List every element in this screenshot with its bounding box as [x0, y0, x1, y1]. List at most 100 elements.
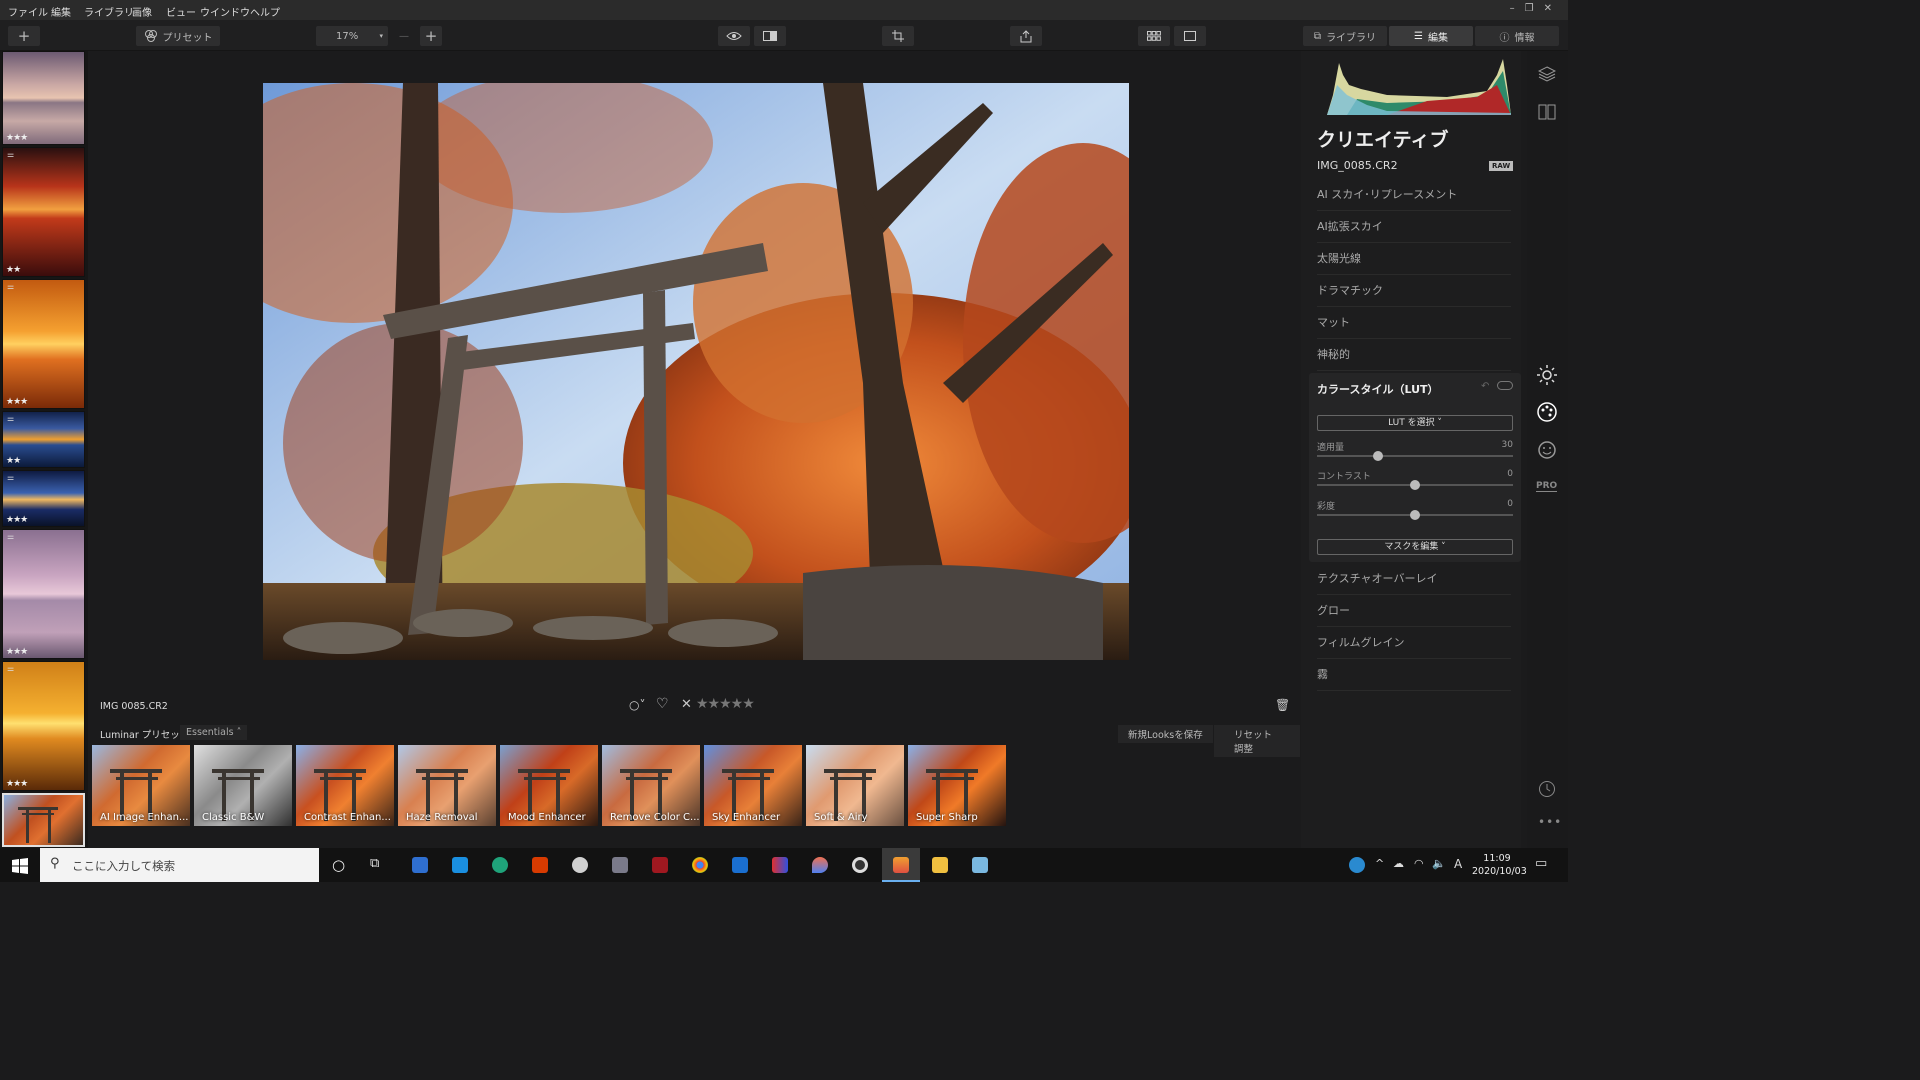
filmstrip-thumb-selected[interactable]	[2, 793, 85, 847]
preset-tile[interactable]: Contrast Enhan...	[296, 745, 394, 826]
tool-glow[interactable]: グロー	[1317, 595, 1511, 627]
clock[interactable]: 11:09 2020/10/03	[1472, 852, 1527, 878]
volume-icon[interactable]: 🔈	[1432, 857, 1446, 870]
close-icon[interactable]: ✕	[1544, 3, 1562, 14]
pdf-icon[interactable]	[652, 857, 668, 873]
tool-film-grain[interactable]: フィルムグレイン	[1317, 627, 1511, 659]
filmstrip-thumb[interactable]: ⚌ ★★	[2, 411, 85, 468]
filmstrip-thumb[interactable]: ★★★	[2, 51, 85, 145]
preset-tile[interactable]: Mood Enhancer	[500, 745, 598, 826]
pro-icon[interactable]: PRO	[1536, 481, 1558, 492]
menu-view[interactable]: ビュー	[166, 4, 196, 19]
tool-ai-augmented-sky[interactable]: AI拡張スカイ	[1317, 211, 1511, 243]
filmstrip-thumb[interactable]: ⚌ ★★★	[2, 529, 85, 659]
app-icon[interactable]	[572, 857, 588, 873]
saturation-slider[interactable]	[1317, 510, 1513, 520]
preset-tile[interactable]: Super Sharp	[908, 745, 1006, 826]
more-icon[interactable]: •••	[1538, 815, 1562, 829]
store-icon[interactable]	[412, 857, 428, 873]
app-circle-icon[interactable]	[852, 857, 868, 873]
image-canvas[interactable]	[90, 51, 1300, 691]
color-label-icon[interactable]: ○˅	[629, 698, 645, 712]
edge-icon[interactable]	[492, 857, 508, 873]
app-blue-icon[interactable]	[732, 857, 748, 873]
filmstrip-thumb[interactable]: ⚌ ★★★	[2, 470, 85, 527]
canvas-icon[interactable]	[1538, 103, 1556, 121]
contrast-slider[interactable]	[1317, 480, 1513, 490]
menu-edit[interactable]: 編集	[51, 4, 71, 19]
preset-tile[interactable]: Haze Removal	[398, 745, 496, 826]
tray-icon[interactable]: ☁	[1393, 857, 1404, 870]
slider-knob[interactable]	[1410, 510, 1420, 520]
windows-start-icon[interactable]	[12, 858, 28, 874]
lut-select-button[interactable]: LUT を選択 ˅	[1317, 415, 1513, 431]
zoom-out-button[interactable]: —	[394, 26, 414, 46]
calculator-icon[interactable]	[612, 857, 628, 873]
preview-button[interactable]	[718, 26, 750, 46]
visibility-toggle-icon[interactable]	[1497, 381, 1513, 390]
file-explorer-icon[interactable]	[932, 857, 948, 873]
tool-ai-sky-replacement[interactable]: AI スカイ･リプレースメント	[1317, 179, 1511, 211]
slider-knob[interactable]	[1372, 451, 1383, 461]
filmstrip-thumb[interactable]: ⚌ ★★★	[2, 279, 85, 409]
mail-icon[interactable]	[452, 857, 468, 873]
add-photos-button[interactable]: +	[8, 26, 40, 46]
preset-tile[interactable]: AI Image Enhan...	[92, 745, 190, 826]
face-icon[interactable]	[1537, 440, 1557, 460]
help-icon[interactable]	[1349, 857, 1365, 873]
preset-tile[interactable]: Sky Enhancer	[704, 745, 802, 826]
cortana-icon[interactable]: ○	[332, 856, 345, 874]
crop-button[interactable]	[882, 26, 914, 46]
tool-matte[interactable]: マット	[1317, 307, 1511, 339]
favorite-heart-icon[interactable]: ♡	[656, 696, 669, 712]
network-icon[interactable]: ◠	[1414, 857, 1424, 870]
chrome-icon[interactable]	[692, 857, 708, 873]
minimize-icon[interactable]: –	[1510, 3, 1525, 14]
history-icon[interactable]	[1538, 780, 1556, 798]
filmstrip-thumb[interactable]: ⚌ ★★★	[2, 661, 85, 791]
menu-window[interactable]: ウインドウ	[200, 4, 250, 19]
taskbar-search-box[interactable]: ⚲ ここに入力して検索	[40, 848, 319, 882]
tool-mystical[interactable]: 神秘的	[1317, 339, 1511, 371]
edit-mask-button[interactable]: マスクを編集 ˅	[1317, 539, 1513, 555]
menu-help[interactable]: ヘルプ	[250, 4, 280, 19]
sun-icon[interactable]	[1537, 365, 1557, 385]
tool-fog[interactable]: 霧	[1317, 659, 1511, 691]
compare-button[interactable]	[754, 26, 786, 46]
office-icon[interactable]	[532, 857, 548, 873]
preset-category-select[interactable]: Essentials ˄	[180, 725, 248, 740]
trash-icon[interactable]: 🗑	[1275, 698, 1290, 712]
layers-icon[interactable]	[1538, 65, 1556, 83]
preset-tile[interactable]: Soft & Airy	[806, 745, 904, 826]
menu-file[interactable]: ファイル	[8, 4, 48, 19]
grid-view-button[interactable]	[1138, 26, 1170, 46]
tool-texture-overlay[interactable]: テクスチャオーバーレイ	[1317, 563, 1511, 595]
main-photo[interactable]	[263, 83, 1129, 660]
tab-library[interactable]: ⧉ ライブラリ	[1303, 26, 1387, 46]
preset-tile[interactable]: Classic B&W	[194, 745, 292, 826]
single-view-button[interactable]	[1174, 26, 1206, 46]
app-light-icon[interactable]	[972, 857, 988, 873]
amount-slider[interactable]	[1317, 451, 1513, 461]
app-triangle-icon[interactable]	[772, 857, 788, 873]
drop-icon[interactable]	[812, 857, 828, 873]
slider-knob[interactable]	[1410, 480, 1420, 490]
tab-info[interactable]: ⓘ 情報	[1475, 26, 1559, 46]
reset-adjustments-button[interactable]: リセット調整	[1214, 725, 1300, 757]
palette-icon[interactable]	[1537, 402, 1557, 422]
task-view-icon[interactable]: ⧉	[370, 856, 379, 871]
filmstrip-thumb[interactable]: ⚌ ★★	[2, 147, 85, 277]
tool-sunrays[interactable]: 太陽光線	[1317, 243, 1511, 275]
star-rating[interactable]: ★★★★★	[696, 696, 755, 712]
tab-edit[interactable]: ☰ 編集	[1389, 26, 1473, 46]
menu-library[interactable]: ライブラリ	[84, 4, 134, 19]
save-looks-button[interactable]: 新規Looksを保存	[1118, 725, 1213, 743]
ime-indicator[interactable]: A	[1454, 857, 1462, 871]
tool-dramatic[interactable]: ドラマチック	[1317, 275, 1511, 307]
chevron-up-icon[interactable]: ^	[1375, 857, 1384, 870]
menu-image[interactable]: 画像	[132, 4, 152, 19]
share-button[interactable]	[1010, 26, 1042, 46]
presets-button[interactable]: プリセット	[136, 26, 220, 46]
zoom-in-button[interactable]: +	[420, 26, 442, 46]
zoom-select[interactable]: 17% ▾	[316, 26, 388, 46]
